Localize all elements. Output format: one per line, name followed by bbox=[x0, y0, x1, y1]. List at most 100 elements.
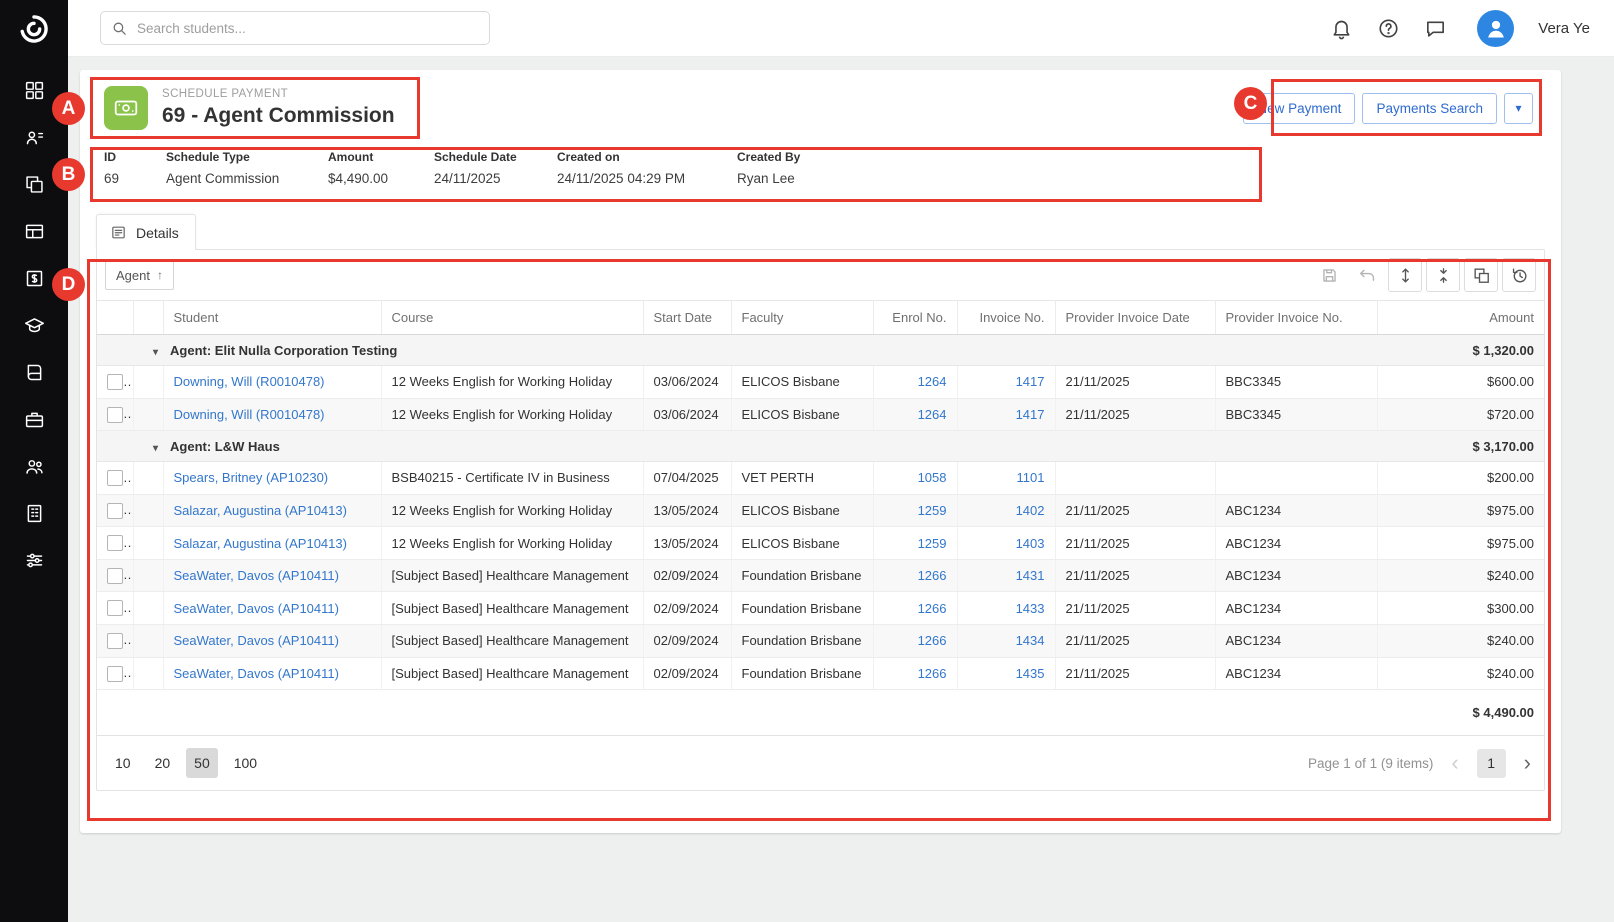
enrol-link[interactable]: 1266 bbox=[918, 568, 947, 583]
row-checkbox[interactable] bbox=[107, 503, 123, 519]
sidebar-item-finance[interactable] bbox=[0, 255, 68, 302]
previous-page-button[interactable]: ‹ bbox=[1448, 752, 1461, 774]
row-checkbox[interactable] bbox=[107, 600, 123, 616]
row-checkbox[interactable] bbox=[107, 470, 123, 486]
sidebar-item-reports[interactable] bbox=[0, 208, 68, 255]
sidebar-item-academics[interactable] bbox=[0, 302, 68, 349]
sidebar-item-settings[interactable] bbox=[0, 537, 68, 584]
sidebar-item-agents[interactable] bbox=[0, 443, 68, 490]
column-header[interactable]: Faculty bbox=[731, 301, 873, 335]
invoice-link[interactable]: 1417 bbox=[1016, 407, 1045, 422]
row-checkbox[interactable] bbox=[107, 633, 123, 649]
row-checkbox[interactable] bbox=[107, 666, 123, 682]
history-button[interactable] bbox=[1502, 258, 1536, 292]
search-icon bbox=[111, 20, 128, 37]
row-checkbox[interactable] bbox=[107, 407, 123, 423]
invoice-link[interactable]: 1403 bbox=[1016, 536, 1045, 551]
search-input[interactable] bbox=[137, 21, 479, 36]
student-link[interactable]: SeaWater, Davos (AP10411) bbox=[174, 666, 339, 681]
row-checkbox[interactable] bbox=[107, 535, 123, 551]
row-checkbox[interactable] bbox=[107, 568, 123, 584]
info-bar: ID69 Schedule TypeAgent Commission Amoun… bbox=[80, 140, 1561, 202]
student-link[interactable]: SeaWater, Davos (AP10411) bbox=[174, 568, 339, 583]
page-size-100[interactable]: 100 bbox=[226, 748, 265, 778]
enrol-link[interactable]: 1266 bbox=[918, 601, 947, 616]
column-header[interactable]: Invoice No. bbox=[957, 301, 1055, 335]
info-field-created-by: Created ByRyan Lee bbox=[737, 150, 800, 186]
column-header[interactable]: Amount bbox=[1377, 301, 1544, 335]
page-size-10[interactable]: 10 bbox=[107, 748, 139, 778]
page-size-50[interactable]: 50 bbox=[186, 748, 218, 778]
invoice-link[interactable]: 1433 bbox=[1016, 601, 1045, 616]
invoice-link[interactable]: 1435 bbox=[1016, 666, 1045, 681]
user-name[interactable]: Vera Ye bbox=[1538, 20, 1590, 37]
enrol-link[interactable]: 1266 bbox=[918, 633, 947, 648]
column-header[interactable]: Provider Invoice Date bbox=[1055, 301, 1215, 335]
student-search[interactable] bbox=[100, 11, 490, 45]
enrol-link[interactable]: 1266 bbox=[918, 666, 947, 681]
column-header[interactable]: Student bbox=[163, 301, 381, 335]
column-header[interactable]: Course bbox=[381, 301, 643, 335]
graduation-cap-icon bbox=[24, 315, 45, 336]
column-header[interactable]: Enrol No. bbox=[873, 301, 957, 335]
enrol-link[interactable]: 1259 bbox=[918, 536, 947, 551]
table-icon bbox=[24, 221, 45, 242]
sidebar-item-dashboard[interactable] bbox=[0, 67, 68, 114]
payments-table: StudentCourseStart DateFacultyEnrol No.I… bbox=[97, 300, 1544, 735]
invoice-link[interactable]: 1101 bbox=[1017, 470, 1045, 485]
table-row: Salazar, Augustina (AP10413)12 Weeks Eng… bbox=[97, 494, 1544, 527]
student-link[interactable]: SeaWater, Davos (AP10411) bbox=[174, 601, 339, 616]
payments-dropdown-button[interactable]: ▾ bbox=[1504, 93, 1533, 124]
messages-button[interactable] bbox=[1424, 17, 1447, 40]
invoice-link[interactable]: 1431 bbox=[1016, 568, 1045, 583]
student-link[interactable]: Downing, Will (R0010478) bbox=[174, 407, 325, 422]
tab-details[interactable]: Details bbox=[96, 214, 196, 250]
save-button[interactable] bbox=[1312, 258, 1346, 292]
collapse-group-icon[interactable]: ▾ bbox=[153, 347, 158, 358]
app-logo[interactable] bbox=[0, 0, 68, 57]
student-link[interactable]: Salazar, Augustina (AP10413) bbox=[174, 536, 347, 551]
grid-toolbar: Agent ↑ bbox=[97, 250, 1544, 300]
sort-ascending-icon: ↑ bbox=[157, 268, 163, 282]
student-link[interactable]: Downing, Will (R0010478) bbox=[174, 374, 325, 389]
enrol-link[interactable]: 1264 bbox=[918, 374, 947, 389]
sidebar-item-employers[interactable] bbox=[0, 396, 68, 443]
user-icon bbox=[1483, 15, 1509, 41]
select-all-header[interactable] bbox=[97, 301, 133, 335]
group-total: $ 3,170.00 bbox=[1377, 431, 1544, 462]
grid-header-row: StudentCourseStart DateFacultyEnrol No.I… bbox=[97, 301, 1544, 335]
sidebar-item-students[interactable] bbox=[0, 114, 68, 161]
enrol-link[interactable]: 1058 bbox=[918, 470, 947, 485]
sliders-icon bbox=[24, 550, 45, 571]
payments-search-button[interactable]: Payments Search bbox=[1362, 93, 1497, 124]
notifications-button[interactable] bbox=[1330, 17, 1353, 40]
invoice-link[interactable]: 1434 bbox=[1016, 633, 1045, 648]
expand-all-button[interactable] bbox=[1388, 258, 1422, 292]
sidebar-item-courses[interactable] bbox=[0, 349, 68, 396]
next-page-button[interactable]: › bbox=[1521, 752, 1534, 774]
column-header[interactable]: Provider Invoice No. bbox=[1215, 301, 1377, 335]
invoice-link[interactable]: 1402 bbox=[1016, 503, 1045, 518]
enrol-link[interactable]: 1259 bbox=[918, 503, 947, 518]
row-checkbox[interactable] bbox=[107, 374, 123, 390]
sidebar-item-documents[interactable] bbox=[0, 161, 68, 208]
collapse-group-icon[interactable]: ▾ bbox=[153, 443, 158, 454]
column-chooser-button[interactable] bbox=[1464, 258, 1498, 292]
sidebar-item-organisation[interactable] bbox=[0, 490, 68, 537]
student-link[interactable]: SeaWater, Davos (AP10411) bbox=[174, 633, 339, 648]
column-header[interactable]: Start Date bbox=[643, 301, 731, 335]
student-link[interactable]: Spears, Britney (AP10230) bbox=[174, 470, 329, 485]
collapse-all-button[interactable] bbox=[1426, 258, 1460, 292]
new-payment-button[interactable]: New Payment bbox=[1243, 93, 1355, 124]
user-avatar[interactable] bbox=[1477, 10, 1514, 47]
help-button[interactable] bbox=[1377, 17, 1400, 40]
student-link[interactable]: Salazar, Augustina (AP10413) bbox=[174, 503, 347, 518]
revert-button[interactable] bbox=[1350, 258, 1384, 292]
enrol-link[interactable]: 1264 bbox=[918, 407, 947, 422]
current-page-button[interactable]: 1 bbox=[1477, 749, 1506, 778]
page-size-20[interactable]: 20 bbox=[147, 748, 179, 778]
table-row: SeaWater, Davos (AP10411)[Subject Based]… bbox=[97, 559, 1544, 592]
group-by-agent-chip[interactable]: Agent ↑ bbox=[105, 261, 174, 290]
invoice-link[interactable]: 1417 bbox=[1016, 374, 1045, 389]
group-total: $ 1,320.00 bbox=[1377, 335, 1544, 366]
